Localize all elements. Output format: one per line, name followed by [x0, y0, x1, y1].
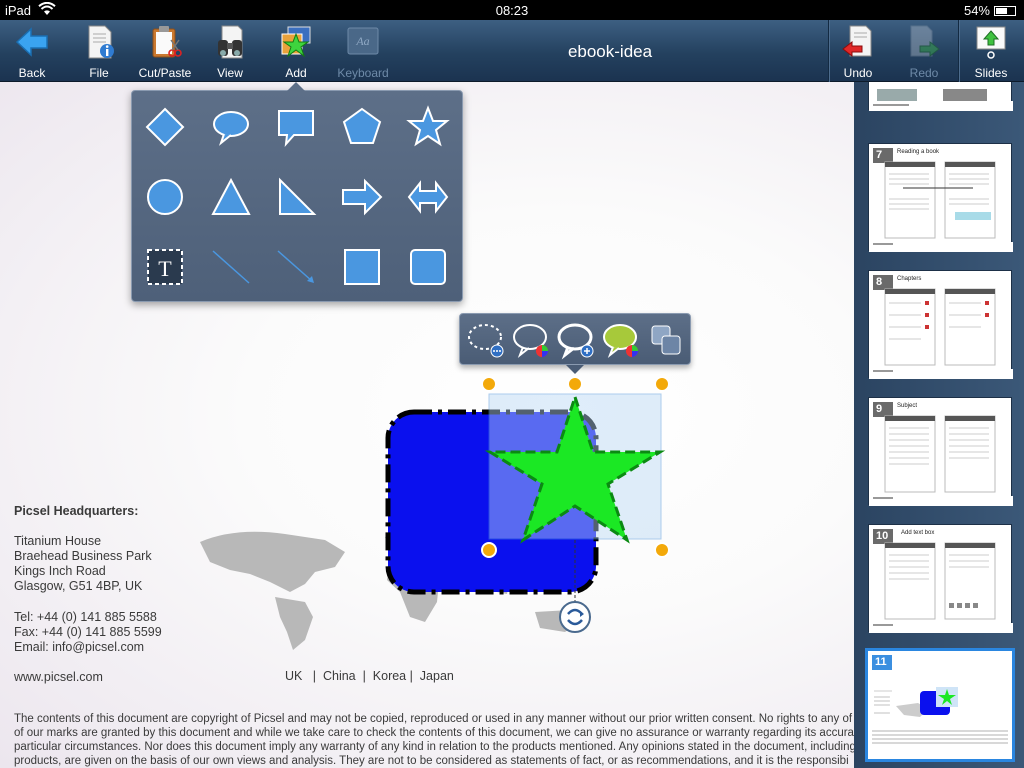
- undo-label: Undo: [843, 66, 873, 80]
- address-line: Braehead Business Park: [14, 549, 152, 563]
- shape-context-toolbar: [459, 313, 691, 365]
- slides-label: Slides: [974, 66, 1008, 80]
- slide-preview: [869, 288, 1013, 379]
- cut-paste-label: Cut/Paste: [138, 66, 192, 80]
- rect-callout-icon[interactable]: [274, 105, 318, 149]
- redo-button[interactable]: Redo: [896, 20, 952, 82]
- resize-handle[interactable]: [481, 376, 497, 392]
- email-line: Email: info@picsel.com: [14, 640, 145, 654]
- back-arrow-icon: [15, 27, 48, 57]
- redo-icon: [910, 25, 940, 58]
- undo-icon: [842, 25, 872, 58]
- website-link[interactable]: www.picsel.com: [14, 670, 103, 684]
- view-button[interactable]: View: [204, 20, 256, 82]
- outline-color-icon[interactable]: [511, 320, 551, 360]
- slide-preview: [869, 161, 1013, 252]
- slide-thumbnail-active[interactable]: 11: [865, 648, 1015, 762]
- context-toolbar-pointer: [566, 365, 584, 374]
- add-button[interactable]: Add: [270, 20, 322, 82]
- right-arrow-icon[interactable]: [340, 175, 384, 219]
- document-title: ebook-idea: [567, 42, 653, 61]
- hq-title: Picsel Headquarters:: [14, 504, 139, 518]
- shapes-palette: T: [131, 90, 463, 302]
- tel-line: Tel: +44 (0) 141 885 5588: [14, 610, 157, 624]
- svg-text:Aa: Aa: [355, 34, 369, 48]
- rotate-handle-icon[interactable]: [558, 600, 592, 634]
- legal-line: particular circumstances. Nor does this …: [14, 741, 854, 753]
- app-root: iPad 08:23 54% Back File Cut/Paste View …: [0, 0, 1024, 768]
- resize-handle[interactable]: [481, 542, 497, 558]
- slides-icon: [976, 26, 1006, 59]
- view-label: View: [217, 66, 243, 80]
- shape-canvas: [385, 376, 670, 607]
- resize-handle[interactable]: [654, 542, 670, 558]
- svg-text:T: T: [158, 256, 172, 281]
- resize-handle[interactable]: [567, 376, 583, 392]
- file-info-icon: [88, 25, 114, 59]
- fill-color-icon[interactable]: [601, 320, 641, 360]
- toolbar-separator: [958, 20, 959, 82]
- slide-preview: [872, 687, 1008, 744]
- binoculars-icon: [218, 25, 243, 59]
- keyboard-button[interactable]: Aa Keyboard: [334, 20, 392, 82]
- pentagon-icon[interactable]: [340, 105, 384, 149]
- slide-preview: [869, 542, 1013, 633]
- resize-handle[interactable]: [654, 376, 670, 392]
- cut-paste-button[interactable]: Cut/Paste: [134, 20, 196, 82]
- circle-icon[interactable]: [143, 175, 187, 219]
- slide-preview: [869, 89, 1013, 111]
- slides-button[interactable]: Slides: [962, 20, 1020, 82]
- status-bar: iPad 08:23 54%: [0, 0, 1024, 20]
- file-button[interactable]: File: [72, 20, 126, 82]
- slide-thumbnail[interactable]: 8 Chapters: [868, 270, 1013, 379]
- battery-percent: 54%: [963, 3, 990, 18]
- address-line: Titanium House: [14, 534, 102, 548]
- back-label: Back: [18, 66, 46, 80]
- toolbar-separator: [828, 20, 829, 82]
- file-label: File: [89, 66, 109, 80]
- undo-button[interactable]: Undo: [830, 20, 886, 82]
- rounded-square-icon[interactable]: [406, 245, 450, 289]
- slide-thumbnail[interactable]: 9 Subject: [868, 397, 1013, 506]
- star-icon[interactable]: [406, 105, 450, 149]
- text-box-icon[interactable]: T: [143, 245, 187, 289]
- oval-callout-icon[interactable]: [209, 105, 253, 149]
- add-label: Add: [285, 66, 307, 80]
- slides-panel: 7 Reading a book 8 Chapters 9 Subject 10…: [854, 82, 1024, 768]
- slide-thumbnail[interactable]: [868, 82, 1013, 111]
- right-triangle-icon[interactable]: [274, 175, 318, 219]
- slide-thumbnail[interactable]: 10 Add text box: [868, 524, 1013, 633]
- add-fill-icon[interactable]: [556, 320, 596, 360]
- triangle-icon[interactable]: [209, 175, 253, 219]
- battery-indicator: 54%: [964, 3, 1016, 18]
- status-time: 08:23: [495, 3, 529, 18]
- add-shapes-icon: [281, 26, 311, 58]
- fax-line: Fax: +44 (0) 141 885 5599: [14, 625, 162, 639]
- square-icon[interactable]: [340, 245, 384, 289]
- clipboard-scissors-icon: [152, 26, 182, 58]
- outline-style-icon[interactable]: [466, 320, 506, 360]
- main-toolbar: Back File Cut/Paste View Add Aa Keyboard…: [0, 20, 1024, 82]
- back-button[interactable]: Back: [4, 20, 60, 82]
- left-right-arrow-icon[interactable]: [406, 175, 450, 219]
- address-line: Kings Inch Road: [14, 564, 106, 578]
- redo-label: Redo: [909, 66, 939, 80]
- battery-icon: [994, 5, 1016, 16]
- arrange-icon[interactable]: [646, 320, 686, 360]
- country-list: UK | China | Korea | Japan: [285, 669, 454, 683]
- slide-thumbnail[interactable]: 7 Reading a book: [868, 143, 1013, 252]
- address-line: Glasgow, G51 4BP, UK: [14, 579, 143, 593]
- keyboard-label: Keyboard: [337, 66, 389, 80]
- legal-line: of our marks are granted by this documen…: [14, 727, 854, 739]
- palette-pointer: [287, 82, 305, 91]
- legal-text: The contents of this document are copyri…: [14, 712, 854, 768]
- keyboard-icon: Aa: [347, 27, 379, 55]
- legal-line: The contents of this document are copyri…: [14, 713, 853, 725]
- slide-preview: [869, 415, 1013, 506]
- legal-line: products, are given on the basis of our …: [14, 755, 849, 767]
- arrow-line-icon[interactable]: [274, 245, 318, 289]
- diamond-icon[interactable]: [143, 105, 187, 149]
- line-icon[interactable]: [209, 245, 253, 289]
